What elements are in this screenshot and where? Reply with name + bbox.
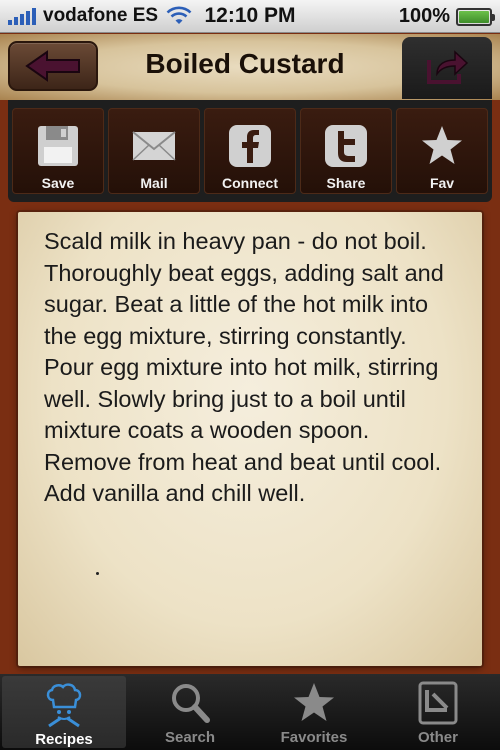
tab-search[interactable]: Search [128,674,252,750]
status-bar: vodafone ES 12:10 PM 100% [0,0,500,33]
twitter-icon [325,125,367,167]
back-button[interactable] [8,41,98,91]
share-menu-button[interactable] [402,37,492,99]
tab-recipes-label: Recipes [35,731,93,748]
recipe-card: Scald milk in heavy pan - do not boil. T… [18,212,482,666]
share-label: Share [326,175,366,191]
fav-label: Fav [429,175,455,191]
share-arrow-icon [427,50,469,84]
document-icon [418,681,458,725]
save-label: Save [41,175,75,191]
star-icon [422,126,462,164]
connect-label: Connect [222,175,278,191]
mail-label: Mail [140,175,168,191]
connect-button[interactable]: Connect [204,108,296,194]
star-icon [294,683,334,721]
save-button[interactable]: Save [12,108,104,194]
navigation-header: Boiled Custard [0,34,500,100]
facebook-icon [229,125,271,167]
status-right: 100% [398,5,495,28]
battery-icon [456,7,495,26]
battery-percentage: 100% [398,5,450,27]
tab-other-label: Other [417,729,458,746]
share-button[interactable]: Share [300,108,392,194]
tab-favorites-label: Favorites [280,729,348,746]
fav-button[interactable]: Fav [396,108,488,194]
tab-bar: Recipes Search Favorites Other [0,674,500,750]
text-cursor-dot [96,572,99,575]
magnifier-icon [172,684,210,723]
mail-button[interactable]: Mail [108,108,200,194]
action-toolbar: Save Mail Connect Share Fav [8,100,492,202]
floppy-disk-icon [38,126,78,166]
tab-recipes[interactable]: Recipes [2,676,126,748]
battery-fill [459,10,489,23]
tab-favorites[interactable]: Favorites [252,674,376,750]
page-title: Boiled Custard [145,48,345,79]
recipe-instructions: Scald milk in heavy pan - do not boil. T… [44,228,444,506]
chef-hat-icon [46,683,82,728]
tab-search-label: Search [164,729,216,746]
tab-other[interactable]: Other [376,674,500,750]
envelope-icon [132,131,176,161]
arrow-left-icon [25,50,80,82]
